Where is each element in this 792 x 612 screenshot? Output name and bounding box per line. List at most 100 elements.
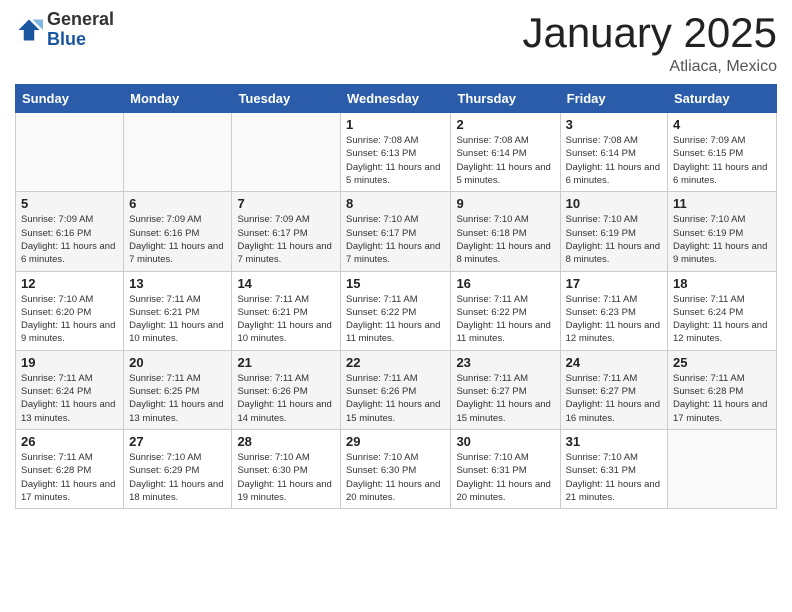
day-number: 20 — [129, 355, 226, 370]
day-number: 19 — [21, 355, 118, 370]
day-info: Sunrise: 7:11 AMSunset: 6:25 PMDaylight:… — [129, 372, 226, 425]
day-info: Sunrise: 7:08 AMSunset: 6:14 PMDaylight:… — [456, 134, 554, 187]
day-number: 8 — [346, 196, 445, 211]
day-info: Sunrise: 7:11 AMSunset: 6:21 PMDaylight:… — [129, 293, 226, 346]
calendar-cell: 23 Sunrise: 7:11 AMSunset: 6:27 PMDayligh… — [451, 350, 560, 429]
weekday-header-friday: Friday — [560, 85, 667, 113]
day-info: Sunrise: 7:10 AMSunset: 6:29 PMDaylight:… — [129, 451, 226, 504]
day-number: 5 — [21, 196, 118, 211]
calendar-cell — [232, 113, 341, 192]
day-number: 29 — [346, 434, 445, 449]
title-block: January 2025 Atliaca, Mexico — [522, 10, 777, 76]
calendar-cell: 31Sunrise: 7:10 AMSunset: 6:31 PMDayligh… — [560, 429, 667, 508]
day-number: 22 — [346, 355, 445, 370]
calendar-table: SundayMondayTuesdayWednesdayThursdayFrid… — [15, 84, 777, 509]
calendar-cell: 6 Sunrise: 7:09 AMSunset: 6:16 PMDaylight… — [124, 192, 232, 271]
day-info: Sunrise: 7:11 AMSunset: 6:21 PMDaylight:… — [237, 293, 335, 346]
day-number: 7 — [237, 196, 335, 211]
day-number: 16 — [456, 276, 554, 291]
weekday-header-wednesday: Wednesday — [341, 85, 451, 113]
day-number: 26 — [21, 434, 118, 449]
calendar-cell: 13 Sunrise: 7:11 AMSunset: 6:21 PMDayligh… — [124, 271, 232, 350]
week-row-5: 26 Sunrise: 7:11 AMSunset: 6:28 PMDayligh… — [16, 429, 777, 508]
day-number: 17 — [566, 276, 662, 291]
day-info: Sunrise: 7:11 AMSunset: 6:26 PMDaylight:… — [237, 372, 335, 425]
day-info: Sunrise: 7:08 AMSunset: 6:14 PMDaylight:… — [566, 134, 662, 187]
weekday-header-tuesday: Tuesday — [232, 85, 341, 113]
day-info: Sunrise: 7:11 AMSunset: 6:22 PMDaylight:… — [346, 293, 445, 346]
calendar-cell: 16Sunrise: 7:11 AMSunset: 6:22 PMDayligh… — [451, 271, 560, 350]
location-title: Atliaca, Mexico — [522, 58, 777, 76]
logo-general-text: General — [47, 10, 114, 30]
logo: General Blue — [15, 10, 114, 50]
day-number: 18 — [673, 276, 771, 291]
day-number: 2 — [456, 117, 554, 132]
calendar-cell: 18 Sunrise: 7:11 AMSunset: 6:24 PMDayligh… — [668, 271, 777, 350]
calendar-cell — [16, 113, 124, 192]
weekday-header-row: SundayMondayTuesdayWednesdayThursdayFrid… — [16, 85, 777, 113]
day-number: 1 — [346, 117, 445, 132]
calendar-cell — [124, 113, 232, 192]
calendar-cell: 9Sunrise: 7:10 AMSunset: 6:18 PMDaylight… — [451, 192, 560, 271]
day-number: 6 — [129, 196, 226, 211]
day-info: Sunrise: 7:11 AMSunset: 6:27 PMDaylight:… — [566, 372, 662, 425]
day-number: 15 — [346, 276, 445, 291]
calendar-cell: 2 Sunrise: 7:08 AMSunset: 6:14 PMDaylight… — [451, 113, 560, 192]
day-number: 27 — [129, 434, 226, 449]
day-info: Sunrise: 7:11 AMSunset: 6:28 PMDaylight:… — [673, 372, 771, 425]
day-info: Sunrise: 7:09 AMSunset: 6:16 PMDaylight:… — [129, 213, 226, 266]
week-row-3: 12 Sunrise: 7:10 AMSunset: 6:20 PMDayligh… — [16, 271, 777, 350]
day-info: Sunrise: 7:10 AMSunset: 6:30 PMDaylight:… — [237, 451, 335, 504]
day-info: Sunrise: 7:11 AMSunset: 6:27 PMDaylight:… — [456, 372, 554, 425]
day-info: Sunrise: 7:09 AMSunset: 6:15 PMDaylight:… — [673, 134, 771, 187]
week-row-4: 19 Sunrise: 7:11 AMSunset: 6:24 PMDayligh… — [16, 350, 777, 429]
calendar-cell: 5Sunrise: 7:09 AMSunset: 6:16 PMDaylight… — [16, 192, 124, 271]
calendar-cell: 12 Sunrise: 7:10 AMSunset: 6:20 PMDayligh… — [16, 271, 124, 350]
week-row-2: 5 Sunrise: 7:09 AMSunset: 6:16 PMDaylight… — [16, 192, 777, 271]
day-number: 14 — [237, 276, 335, 291]
calendar-cell: 21 Sunrise: 7:11 AMSunset: 6:26 PMDayligh… — [232, 350, 341, 429]
calendar-cell: 7 Sunrise: 7:09 AMSunset: 6:17 PMDaylight… — [232, 192, 341, 271]
calendar-cell: 24Sunrise: 7:11 AMSunset: 6:27 PMDayligh… — [560, 350, 667, 429]
day-number: 21 — [237, 355, 335, 370]
calendar-cell: 4 Sunrise: 7:09 AMSunset: 6:15 PMDaylight… — [668, 113, 777, 192]
calendar-cell: 15 Sunrise: 7:11 AMSunset: 6:22 PMDayligh… — [341, 271, 451, 350]
weekday-header-sunday: Sunday — [16, 85, 124, 113]
calendar-cell: 25Sunrise: 7:11 AMSunset: 6:28 PMDayligh… — [668, 350, 777, 429]
day-info: Sunrise: 7:11 AMSunset: 6:24 PMDaylight:… — [673, 293, 771, 346]
day-info: Sunrise: 7:11 AMSunset: 6:28 PMDaylight:… — [21, 451, 118, 504]
calendar-cell: 20 Sunrise: 7:11 AMSunset: 6:25 PMDayligh… — [124, 350, 232, 429]
calendar-cell: 22 Sunrise: 7:11 AMSunset: 6:26 PMDayligh… — [341, 350, 451, 429]
weekday-header-thursday: Thursday — [451, 85, 560, 113]
day-number: 23 — [456, 355, 554, 370]
day-info: Sunrise: 7:08 AMSunset: 6:13 PMDaylight:… — [346, 134, 445, 187]
day-info: Sunrise: 7:11 AMSunset: 6:24 PMDaylight:… — [21, 372, 118, 425]
day-number: 4 — [673, 117, 771, 132]
day-number: 3 — [566, 117, 662, 132]
calendar-cell: 27 Sunrise: 7:10 AMSunset: 6:29 PMDayligh… — [124, 429, 232, 508]
calendar-cell: 26 Sunrise: 7:11 AMSunset: 6:28 PMDayligh… — [16, 429, 124, 508]
page: General Blue January 2025 Atliaca, Mexic… — [0, 0, 792, 519]
calendar-cell: 17 Sunrise: 7:11 AMSunset: 6:23 PMDayligh… — [560, 271, 667, 350]
day-info: Sunrise: 7:10 AMSunset: 6:20 PMDaylight:… — [21, 293, 118, 346]
month-title: January 2025 — [522, 10, 777, 56]
logo-icon — [15, 16, 43, 44]
day-number: 30 — [456, 434, 554, 449]
day-info: Sunrise: 7:11 AMSunset: 6:23 PMDaylight:… — [566, 293, 662, 346]
day-number: 9 — [456, 196, 554, 211]
calendar-cell: 19 Sunrise: 7:11 AMSunset: 6:24 PMDayligh… — [16, 350, 124, 429]
header: General Blue January 2025 Atliaca, Mexic… — [15, 10, 777, 76]
logo-blue-text: Blue — [47, 30, 114, 50]
day-number: 13 — [129, 276, 226, 291]
day-info: Sunrise: 7:10 AMSunset: 6:19 PMDaylight:… — [566, 213, 662, 266]
day-info: Sunrise: 7:09 AMSunset: 6:17 PMDaylight:… — [237, 213, 335, 266]
day-number: 11 — [673, 196, 771, 211]
day-number: 12 — [21, 276, 118, 291]
calendar-cell: 8Sunrise: 7:10 AMSunset: 6:17 PMDaylight… — [341, 192, 451, 271]
calendar-cell: 10 Sunrise: 7:10 AMSunset: 6:19 PMDayligh… — [560, 192, 667, 271]
calendar-cell: 11Sunrise: 7:10 AMSunset: 6:19 PMDayligh… — [668, 192, 777, 271]
logo-text: General Blue — [47, 10, 114, 50]
day-info: Sunrise: 7:11 AMSunset: 6:26 PMDaylight:… — [346, 372, 445, 425]
day-info: Sunrise: 7:10 AMSunset: 6:31 PMDaylight:… — [456, 451, 554, 504]
day-number: 10 — [566, 196, 662, 211]
